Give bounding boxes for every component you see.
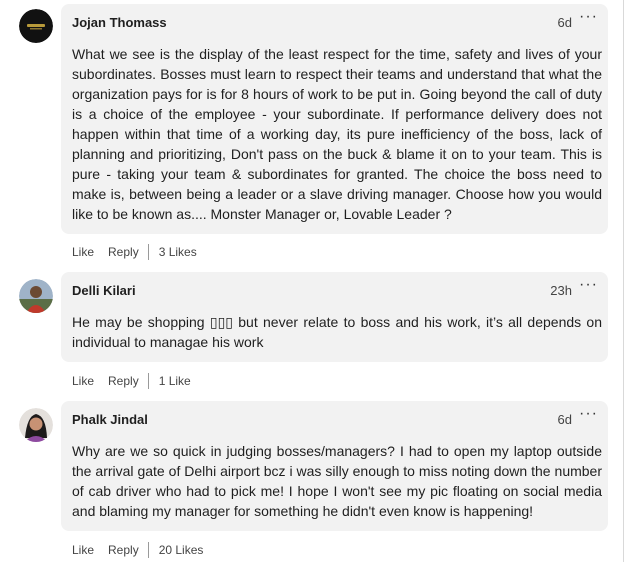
comment-bubble: Delli Kilari 23h ··· He may be shopping … (61, 272, 608, 362)
reply-button[interactable]: Reply (108, 245, 139, 259)
avatar[interactable] (19, 279, 53, 313)
more-options-icon[interactable]: ··· (579, 276, 598, 294)
likes-count[interactable]: 1 Like (159, 374, 191, 388)
comment-timestamp: 23h (550, 283, 572, 298)
comment-text: What we see is the display of the least … (72, 46, 602, 222)
comment-text: He may be shopping ▯▯▯ but never relate … (72, 314, 602, 350)
comment-bubble: Phalk Jindal 6d ··· Why are we so quick … (61, 401, 608, 531)
scroll-edge-divider (623, 0, 624, 562)
comment-author[interactable]: Jojan Thomass (72, 15, 167, 30)
comment-actions: Like Reply 1 Like (72, 373, 191, 389)
comment-actions: Like Reply 20 Likes (72, 542, 203, 558)
comment-bubble: Jojan Thomass 6d ··· What we see is the … (61, 4, 608, 234)
more-options-icon[interactable]: ··· (579, 8, 598, 26)
divider (147, 373, 149, 389)
comment-text: Why are we so quick in judging bosses/ma… (72, 443, 602, 519)
comment-author[interactable]: Delli Kilari (72, 283, 136, 298)
comment-actions: Like Reply 3 Likes (72, 244, 197, 260)
like-button[interactable]: Like (72, 543, 94, 557)
more-options-icon[interactable]: ··· (579, 405, 598, 423)
likes-count[interactable]: 3 Likes (159, 245, 197, 259)
reply-button[interactable]: Reply (108, 543, 139, 557)
comment-timestamp: 6d (557, 15, 572, 30)
reply-button[interactable]: Reply (108, 374, 139, 388)
comment-timestamp: 6d (557, 412, 572, 427)
divider (147, 244, 149, 260)
comment-author[interactable]: Phalk Jindal (72, 412, 148, 427)
like-button[interactable]: Like (72, 245, 94, 259)
divider (147, 542, 149, 558)
avatar[interactable] (19, 9, 53, 43)
likes-count[interactable]: 20 Likes (159, 543, 204, 557)
avatar[interactable] (19, 408, 53, 442)
like-button[interactable]: Like (72, 374, 94, 388)
